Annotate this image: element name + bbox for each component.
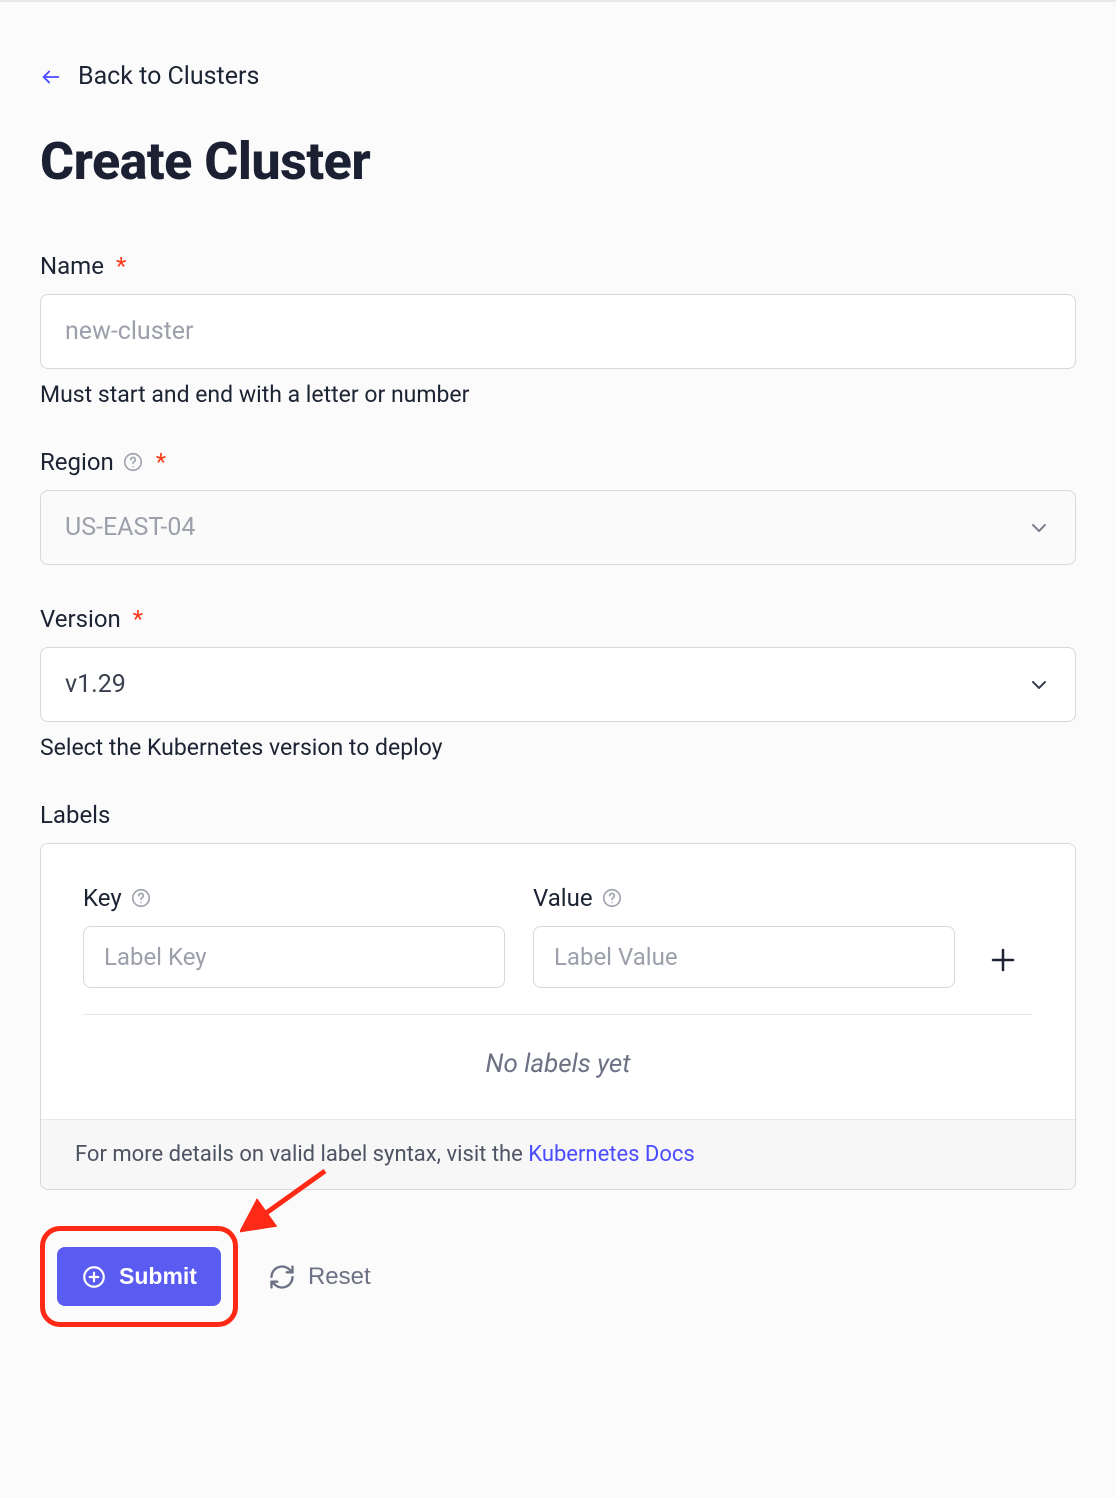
- labels-footer-text: For more details on valid label syntax, …: [75, 1142, 528, 1167]
- submit-label: Submit: [119, 1263, 197, 1290]
- labels-panel: Key Value: [40, 843, 1076, 1190]
- labels-field-group: Labels Key Val: [40, 801, 1076, 1190]
- label-value-label: Value: [533, 884, 593, 912]
- region-placeholder: US-EAST-04: [65, 513, 195, 542]
- label-value-input[interactable]: [533, 926, 955, 988]
- version-select[interactable]: v1.29: [40, 647, 1076, 722]
- label-key-input[interactable]: [83, 926, 505, 988]
- plus-icon: [988, 945, 1018, 975]
- label-key-label: Key: [83, 884, 122, 912]
- required-indicator: *: [133, 605, 143, 633]
- arrow-left-icon: [40, 66, 62, 88]
- version-field-group: Version * v1.29 Select the Kubernetes ve…: [40, 605, 1076, 761]
- submit-button[interactable]: Submit: [57, 1247, 221, 1306]
- name-field-group: Name * Must start and end with a letter …: [40, 252, 1076, 408]
- help-icon[interactable]: [130, 887, 152, 909]
- name-label: Name: [40, 252, 104, 280]
- labels-label: Labels: [40, 801, 110, 829]
- labels-footer: For more details on valid label syntax, …: [41, 1119, 1075, 1189]
- name-hint: Must start and end with a letter or numb…: [40, 381, 1076, 408]
- help-icon[interactable]: [122, 451, 144, 473]
- version-label: Version: [40, 605, 121, 633]
- back-to-clusters-link[interactable]: Back to Clusters: [40, 62, 259, 91]
- annotation-arrow: [240, 1166, 330, 1236]
- chevron-down-icon: [1027, 673, 1051, 697]
- version-hint: Select the Kubernetes version to deploy: [40, 734, 1076, 761]
- reset-button[interactable]: Reset: [268, 1263, 371, 1291]
- chevron-down-icon: [1027, 516, 1051, 540]
- version-value: v1.29: [65, 670, 126, 699]
- page-title: Create Cluster: [40, 131, 1076, 192]
- add-label-button[interactable]: [983, 940, 1023, 980]
- region-select[interactable]: US-EAST-04: [40, 490, 1076, 565]
- region-field-group: Region * US-EAST-04: [40, 448, 1076, 565]
- name-input[interactable]: [40, 294, 1076, 369]
- labels-empty-text: No labels yet: [83, 1015, 1033, 1089]
- region-label: Region: [40, 448, 114, 476]
- required-indicator: *: [156, 448, 166, 476]
- annotation-highlight: Submit: [40, 1226, 238, 1327]
- plus-circle-icon: [81, 1264, 107, 1290]
- back-link-label: Back to Clusters: [78, 62, 259, 91]
- kubernetes-docs-link[interactable]: Kubernetes Docs: [528, 1142, 695, 1167]
- actions-row: Submit Reset: [40, 1226, 1076, 1327]
- reset-label: Reset: [308, 1263, 371, 1291]
- refresh-icon: [268, 1263, 296, 1291]
- help-icon[interactable]: [601, 887, 623, 909]
- required-indicator: *: [116, 252, 126, 280]
